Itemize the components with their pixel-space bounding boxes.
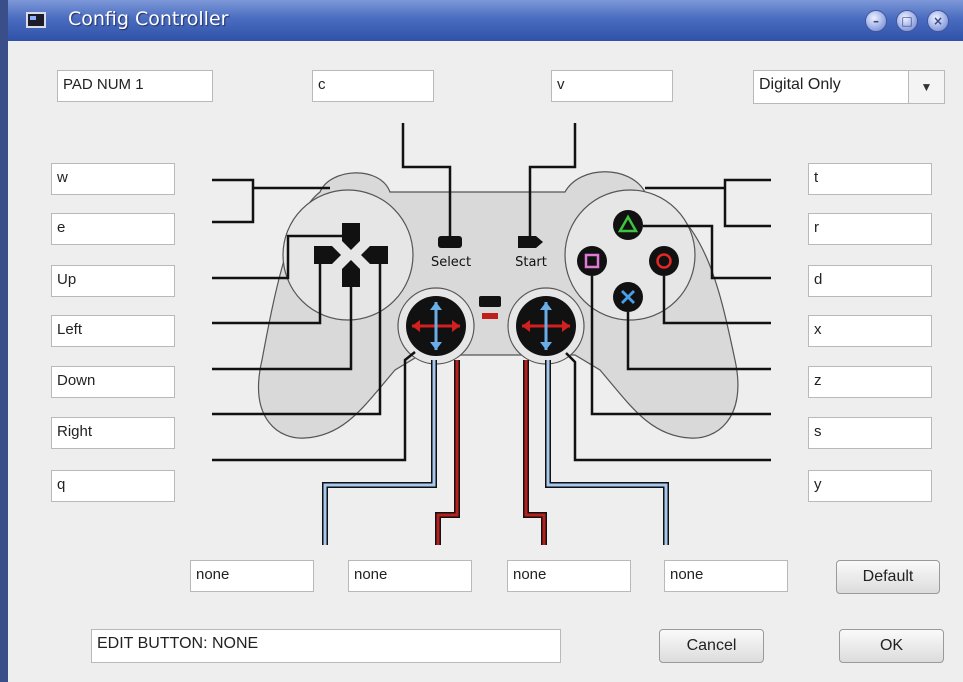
r3-key-field[interactable]: s: [808, 417, 932, 449]
right-analog-x-field[interactable]: none: [664, 560, 788, 592]
dpad-up-key-field[interactable]: Up: [51, 265, 175, 297]
l1-key-field[interactable]: e: [51, 213, 175, 245]
cancel-button[interactable]: Cancel: [659, 629, 764, 663]
default-button[interactable]: Default: [836, 560, 940, 594]
dropdown-arrow-icon[interactable]: ▼: [908, 71, 944, 103]
dpad-left-key-field[interactable]: Left: [51, 315, 175, 347]
dpad-down-key-field[interactable]: Down: [51, 366, 175, 398]
right-analog-stick[interactable]: [516, 296, 576, 356]
r2-key-field[interactable]: t: [808, 163, 932, 195]
select-key-field[interactable]: c: [312, 70, 434, 102]
select-label: Select: [431, 255, 471, 270]
dpad-right-key-field[interactable]: Right: [51, 417, 175, 449]
ok-button[interactable]: OK: [839, 629, 944, 663]
cross-key-field[interactable]: x: [808, 315, 932, 347]
left-analog-x-field[interactable]: none: [190, 560, 314, 592]
r1-key-field[interactable]: r: [808, 213, 932, 245]
l3-key-field[interactable]: q: [51, 470, 175, 502]
start-label: Start: [515, 255, 547, 270]
pad-number-field[interactable]: PAD NUM 1: [57, 70, 213, 102]
circle-key-field[interactable]: d: [808, 265, 932, 297]
square-key-field[interactable]: z: [808, 366, 932, 398]
start-key-field[interactable]: v: [551, 70, 673, 102]
right-analog-y-field[interactable]: none: [507, 560, 631, 592]
edit-button-status: EDIT BUTTON: NONE: [91, 629, 561, 663]
l2-key-field[interactable]: w: [51, 163, 175, 195]
square-button[interactable]: [577, 246, 607, 276]
mode-dropdown-value: Digital Only: [759, 76, 841, 93]
select-button-icon[interactable]: [438, 236, 462, 248]
analog-mode-icon: [479, 296, 501, 307]
triangle-key-field[interactable]: y: [808, 470, 932, 502]
left-analog-y-field[interactable]: none: [348, 560, 472, 592]
analog-led-icon: [482, 313, 498, 319]
left-analog-stick[interactable]: [406, 296, 466, 356]
mode-dropdown[interactable]: Digital Only ▼: [753, 70, 945, 104]
circle-button[interactable]: [649, 246, 679, 276]
